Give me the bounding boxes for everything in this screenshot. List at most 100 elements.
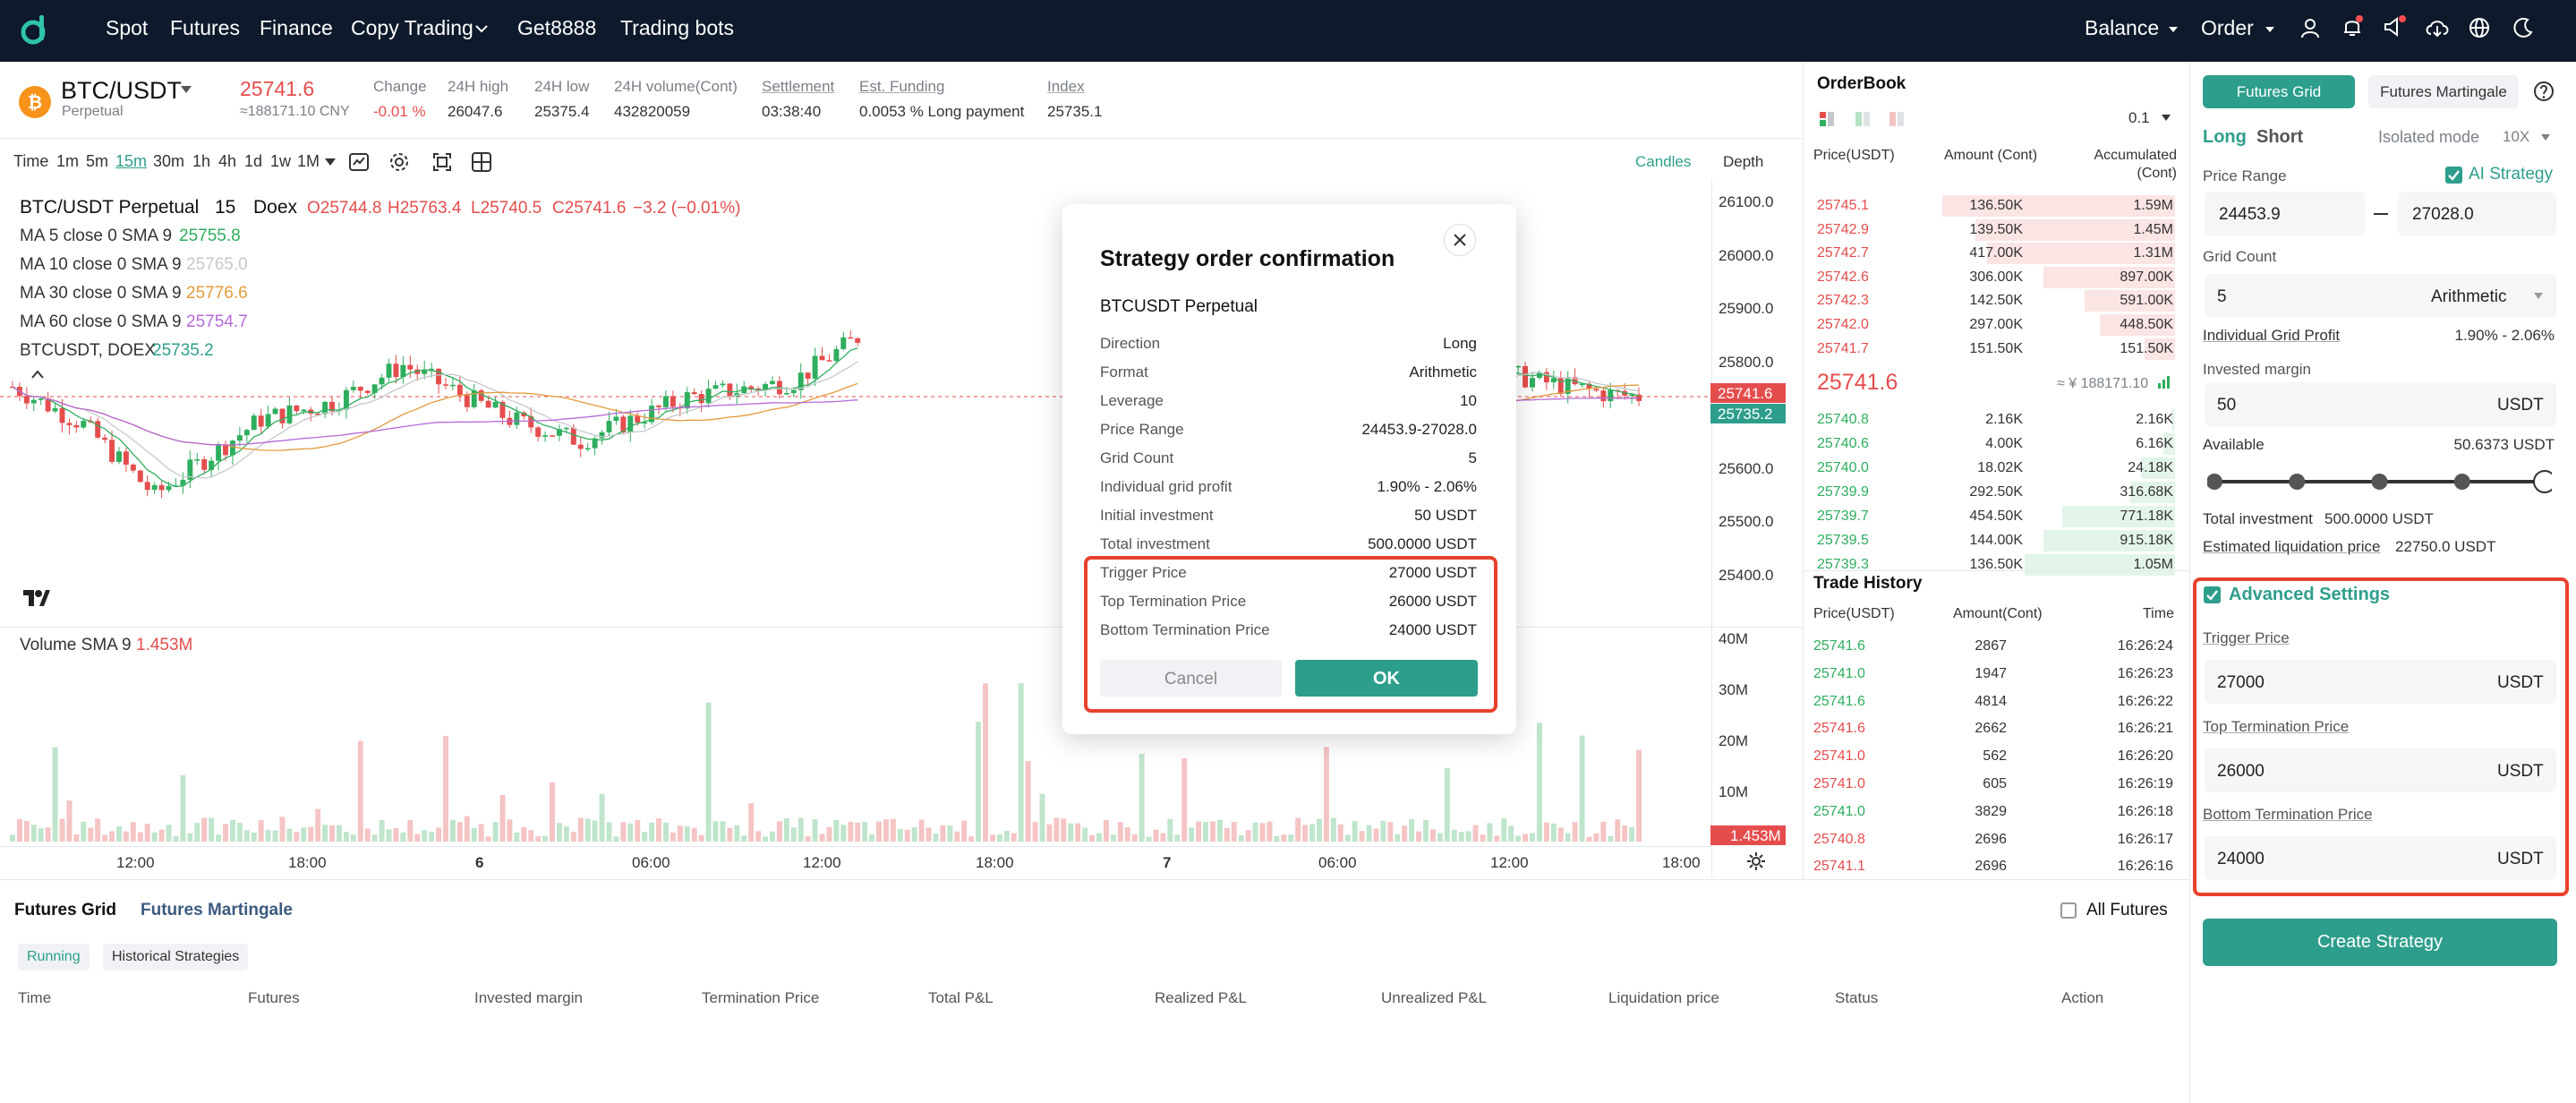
caret-down-icon[interactable] (180, 84, 192, 95)
moon-icon[interactable] (2512, 16, 2535, 39)
view-bids-icon[interactable] (1855, 111, 1871, 127)
fullscreen-icon[interactable] (431, 151, 453, 173)
tf-30m[interactable]: 30m (153, 152, 184, 171)
grid-type-select[interactable]: Arithmetic (2431, 287, 2506, 307)
bottom-termination-input[interactable]: 24000 USDT (2205, 836, 2556, 880)
ask-row[interactable]: 25742.0 297.00K 448.50K (1804, 313, 2182, 337)
nav-spot[interactable]: Spot (106, 16, 148, 40)
tf-1d[interactable]: 1d (244, 152, 262, 171)
bid-row[interactable]: 25740.8 2.16K 2.16K (1804, 408, 2182, 432)
announcement-icon[interactable] (2381, 14, 2408, 39)
bid-row[interactable]: 25740.6 4.00K 6.16K (1804, 432, 2182, 456)
ask-row[interactable]: 25745.1 136.50K 1.59M (1804, 194, 2182, 218)
close-button[interactable] (1444, 224, 1476, 256)
bid-row[interactable]: 25739.9 292.50K 316.68K (1804, 481, 2182, 504)
tf-time[interactable]: Time (13, 152, 48, 171)
tf-1h[interactable]: 1h (192, 152, 210, 171)
slider-step[interactable] (2371, 474, 2388, 490)
ask-row[interactable]: 25742.3 142.50K 591.00K (1804, 289, 2182, 312)
caret-down-icon[interactable] (2533, 292, 2544, 300)
direction-long[interactable]: Long (2203, 127, 2247, 148)
ask-row[interactable]: 25742.6 306.00K 897.00K (1804, 266, 2182, 289)
tab-futures-martingale[interactable]: Futures Martingale (141, 901, 293, 920)
logo-icon[interactable] (20, 13, 50, 47)
invested-margin-input[interactable]: 50 USDT (2205, 382, 2556, 426)
slider-step[interactable] (2206, 474, 2222, 490)
liquidation-label[interactable]: Estimated liquidation price (2203, 538, 2380, 556)
pair-name[interactable]: BTC/USDT (61, 77, 182, 105)
all-futures-label[interactable]: All Futures (2086, 901, 2168, 920)
chart-settings-icon[interactable] (1745, 851, 1767, 872)
bottom-termination-label[interactable]: Bottom Termination Price (2203, 806, 2373, 824)
top-termination-label[interactable]: Top Termination Price (2203, 718, 2349, 736)
collapse-legend-icon[interactable] (30, 369, 45, 380)
trigger-price-input[interactable]: 27000 USDT (2205, 660, 2556, 704)
grid-count-input[interactable]: 5 Arithmetic (2205, 274, 2556, 318)
all-futures-checkbox[interactable] (2060, 902, 2077, 919)
advanced-settings-label[interactable]: Advanced Settings (2229, 585, 2390, 605)
tf-4h[interactable]: 4h (218, 152, 236, 171)
ask-row[interactable]: 25742.9 139.50K 1.45M (1804, 218, 2182, 242)
ai-strategy-label[interactable]: AI Strategy (2469, 165, 2553, 184)
ai-strategy-checkbox[interactable] (2445, 167, 2462, 184)
ask-row[interactable]: 25742.7 417.00K 1.31M (1804, 242, 2182, 265)
indicator-icon[interactable] (348, 151, 370, 173)
bid-row[interactable]: 25740.0 18.02K 24.18K (1804, 457, 2182, 480)
nav-balance[interactable]: Balance (2085, 16, 2159, 40)
top-termination-input[interactable]: 26000 USDT (2205, 748, 2556, 792)
help-icon[interactable] (2533, 81, 2555, 102)
cancel-button[interactable]: Cancel (1100, 660, 1282, 697)
bid-row[interactable]: 25739.5 144.00K 915.18K (1804, 529, 2182, 552)
filter-running[interactable]: Running (18, 944, 90, 970)
tf-1M[interactable]: 1M (297, 152, 320, 171)
margin-slider[interactable] (2206, 461, 2556, 502)
range-low-input[interactable]: 24453.9 (2205, 192, 2365, 235)
filter-historical[interactable]: Historical Strategies (103, 944, 249, 970)
stat-label-funding[interactable]: Est. Funding (859, 78, 944, 96)
stat-label-index[interactable]: Index (1047, 78, 1085, 96)
nav-finance[interactable]: Finance (260, 16, 333, 40)
tf-15m[interactable]: 15m (115, 152, 147, 171)
nav-trading-bots[interactable]: Trading bots (620, 16, 734, 40)
gear-icon[interactable] (388, 151, 410, 173)
slider-track[interactable] (2206, 461, 2556, 502)
grid-profit-label[interactable]: Individual Grid Profit (2203, 327, 2340, 345)
tf-1w[interactable]: 1w (270, 152, 291, 171)
download-icon[interactable] (2424, 16, 2451, 39)
bid-row[interactable]: 25739.7 454.50K 771.18K (1804, 505, 2182, 528)
caret-down-icon[interactable] (2540, 133, 2551, 141)
layout-grid-icon[interactable] (471, 151, 492, 173)
nav-copy-trading[interactable]: Copy Trading (351, 16, 473, 40)
tab-candles[interactable]: Candles (1635, 153, 1691, 171)
tab-futures-grid[interactable]: Futures Grid (14, 901, 116, 920)
view-asks-icon[interactable] (1889, 111, 1905, 127)
panel-tab-futures-grid[interactable]: Futures Grid (2203, 75, 2355, 108)
globe-icon[interactable] (2468, 16, 2491, 39)
leverage-select[interactable]: 10X (2503, 128, 2529, 146)
slider-step[interactable] (2453, 474, 2470, 490)
tab-depth[interactable]: Depth (1723, 153, 1763, 171)
advanced-settings-checkbox[interactable] (2204, 586, 2221, 603)
ask-row[interactable]: 25741.7 151.50K 151.50K (1804, 338, 2182, 361)
panel-tab-futures-martingale[interactable]: Futures Martingale (2368, 75, 2519, 108)
direction-short[interactable]: Short (2256, 127, 2303, 148)
trigger-price-label[interactable]: Trigger Price (2203, 629, 2290, 647)
tf-5m[interactable]: 5m (86, 152, 108, 171)
nav-futures[interactable]: Futures (170, 16, 240, 40)
nav-order[interactable]: Order (2201, 16, 2254, 40)
view-both-icon[interactable] (1819, 111, 1835, 127)
nav-get8888[interactable]: Get8888 (517, 16, 596, 40)
tf-1m[interactable]: 1m (56, 152, 79, 171)
user-icon[interactable] (2299, 16, 2322, 39)
range-high-input[interactable]: 27028.0 (2398, 192, 2556, 235)
bell-icon[interactable] (2340, 14, 2365, 39)
margin-mode[interactable]: Isolated mode (2378, 128, 2479, 147)
precision-select[interactable]: 0.1 (2128, 109, 2150, 127)
ok-button[interactable]: OK (1295, 660, 1478, 697)
caret-down-icon[interactable] (2161, 114, 2171, 122)
caret-down-icon[interactable] (324, 158, 337, 167)
slider-thumb[interactable] (2533, 470, 2556, 493)
create-strategy-button[interactable]: Create Strategy (2203, 919, 2557, 966)
stat-label-settlement[interactable]: Settlement (762, 78, 834, 96)
slider-step[interactable] (2289, 474, 2306, 490)
